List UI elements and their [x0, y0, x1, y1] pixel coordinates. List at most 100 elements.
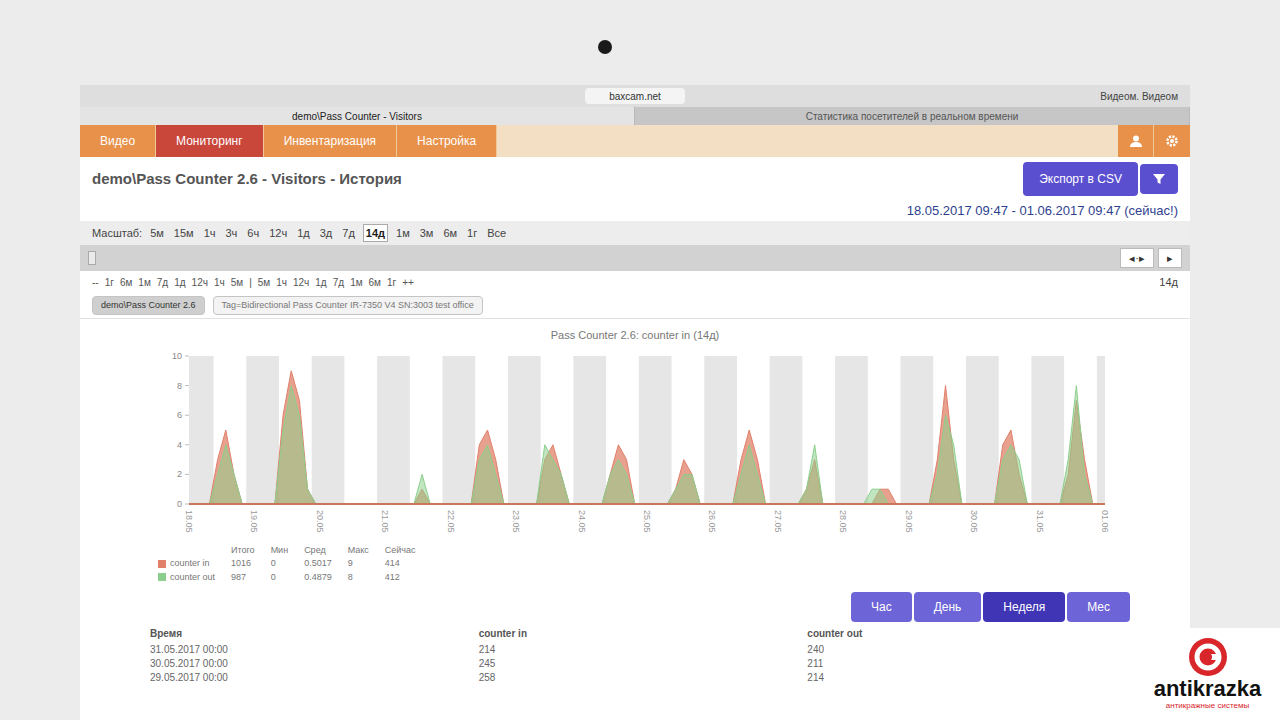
x-tick-label: 28.05: [838, 510, 848, 533]
step-link[interactable]: 6м: [369, 275, 381, 290]
stats-name-cell: counter out: [150, 571, 223, 585]
night-band: [573, 356, 606, 504]
table-header[interactable]: counter out: [807, 626, 1120, 641]
scale-option[interactable]: 3ч: [223, 225, 239, 242]
step-link[interactable]: 1г: [387, 275, 396, 290]
scale-option[interactable]: 3м: [418, 225, 436, 242]
step-link[interactable]: ++: [402, 275, 414, 290]
stats-table: ИтогоМинСредМаксСейчасcounter in101600.5…: [150, 544, 424, 585]
browser-tab[interactable]: demo\Pass Counter - Visitors: [80, 107, 635, 125]
history-chart: 108642018.0519.0520.0521.0522.0523.0524.…: [145, 348, 1125, 544]
filter-chip[interactable]: demo\Pass Counter 2.6: [92, 296, 205, 316]
y-tick-label: 2: [177, 469, 182, 479]
series-swatch: [158, 573, 166, 581]
y-tick: [185, 444, 189, 445]
x-tick-label: 18.05: [184, 510, 194, 533]
main-nav: Видео МониторингИнвентаризация Настройка: [80, 125, 1190, 157]
scale-option[interactable]: 5м: [148, 225, 166, 242]
step-link[interactable]: 5м: [231, 275, 243, 290]
slider-button[interactable]: ▸: [1158, 248, 1182, 268]
step-link[interactable]: 7д: [157, 275, 168, 290]
stats-cell: 8: [340, 571, 377, 585]
table-column: counter out240211214: [807, 626, 1120, 685]
nav-tab-label: Настройка: [417, 132, 476, 150]
period-button[interactable]: Мес: [1067, 592, 1130, 622]
plot-area: [189, 356, 1105, 504]
scale-option[interactable]: 15м: [172, 225, 196, 242]
step-nav-row: --1г6м1м7д1д12ч1ч5м|5м1ч12ч1д7д1м6м1г++1…: [80, 271, 1190, 293]
nav-tab-label: Видео: [100, 132, 135, 150]
step-link[interactable]: 12ч: [293, 275, 309, 290]
table-cell: 214: [807, 671, 1120, 685]
step-link[interactable]: 1д: [315, 275, 326, 290]
scale-option[interactable]: 14д: [363, 224, 388, 243]
step-link[interactable]: 1ч: [214, 275, 225, 290]
series-area: [189, 370, 1105, 503]
period-button[interactable]: День: [914, 592, 982, 622]
screen: baxcam.net Видеом. Видеом demo\Pass Count…: [80, 85, 1190, 720]
stats-cell: 0: [263, 571, 297, 585]
export-csv-button[interactable]: Экспорт в CSV: [1023, 162, 1138, 196]
stats-cell: 412: [377, 571, 424, 585]
nav-spacer: [497, 125, 1118, 157]
step-link[interactable]: 1г: [105, 275, 114, 290]
filter-button[interactable]: [1140, 164, 1178, 194]
scale-option[interactable]: 1г: [465, 225, 479, 242]
step-link[interactable]: 1ч: [276, 275, 287, 290]
slider-handle[interactable]: [88, 251, 96, 265]
nav-tab[interactable]: Настройка: [397, 125, 497, 157]
nav-tab[interactable]: Мониторинг: [156, 125, 264, 157]
step-link[interactable]: 1м: [350, 275, 362, 290]
slider-buttons: ◂·▸▸: [1120, 248, 1182, 268]
span-label: 14д: [1159, 274, 1178, 291]
scale-option[interactable]: 3д: [318, 225, 335, 242]
x-tick-label: 30.05: [969, 510, 979, 533]
scale-option[interactable]: Все: [485, 225, 508, 242]
series-name: counter out: [170, 571, 215, 585]
scale-option[interactable]: 6ч: [245, 225, 261, 242]
step-link[interactable]: 12ч: [192, 275, 208, 290]
period-button[interactable]: Час: [851, 592, 912, 622]
scale-option[interactable]: 1ч: [202, 225, 218, 242]
step-link[interactable]: 1д: [174, 275, 185, 290]
gear-icon-svg: [1165, 134, 1179, 148]
scale-option[interactable]: 12ч: [267, 225, 289, 242]
table-cell: 245: [479, 657, 792, 671]
browser-tab-label: Статистика посетителей в реальном времен…: [806, 109, 1019, 124]
scale-option[interactable]: 6м: [441, 225, 459, 242]
stats-header: ИтогоМинСредМаксСейчас: [150, 544, 424, 558]
x-tick-label: 29.05: [904, 510, 914, 533]
filter-icon-svg: [1152, 172, 1166, 186]
settings-button[interactable]: [1154, 125, 1190, 157]
time-slider: ◂·▸▸: [80, 245, 1190, 271]
antikrazka-g-icon: [1188, 637, 1228, 677]
stats-name-cell: counter in: [150, 557, 223, 571]
period-button[interactable]: Неделя: [983, 592, 1065, 622]
profile-name[interactable]: Видеом. Видеом: [1100, 89, 1178, 104]
stats-column: Сред: [296, 544, 340, 558]
step-link[interactable]: 1м: [138, 275, 150, 290]
night-band: [770, 356, 803, 504]
url-field[interactable]: baxcam.net: [585, 88, 685, 104]
table-header[interactable]: Время: [150, 626, 463, 641]
nav-tab[interactable]: Видео: [80, 125, 156, 157]
step-link[interactable]: 7д: [333, 275, 344, 290]
table-header[interactable]: counter in: [479, 626, 792, 641]
scale-option[interactable]: 7д: [340, 225, 357, 242]
filter-chip[interactable]: Tag=Bidirectional Pass Counter IR-7350 V…: [213, 296, 483, 316]
user-button[interactable]: [1118, 125, 1154, 157]
stats-cell: 0: [263, 557, 297, 571]
title-row: demo\Pass Counter 2.6 - Visitors - Истор…: [80, 157, 1190, 201]
stats-row: counter out98700.48798412: [150, 571, 424, 585]
filter-icon: [1152, 172, 1166, 186]
stats-column: Мин: [263, 544, 297, 558]
step-link[interactable]: 6м: [120, 275, 132, 290]
browser-tab[interactable]: Статистика посетителей в реальном времен…: [635, 107, 1190, 125]
step-link[interactable]: 5м: [258, 275, 270, 290]
step-link[interactable]: --: [92, 275, 99, 290]
nav-tab[interactable]: Инвентаризация: [264, 125, 397, 157]
scale-option[interactable]: 1м: [394, 225, 412, 242]
slider-button[interactable]: ◂·▸: [1120, 248, 1154, 268]
scale-option[interactable]: 1д: [295, 225, 312, 242]
stats-column: Итого: [223, 544, 263, 558]
